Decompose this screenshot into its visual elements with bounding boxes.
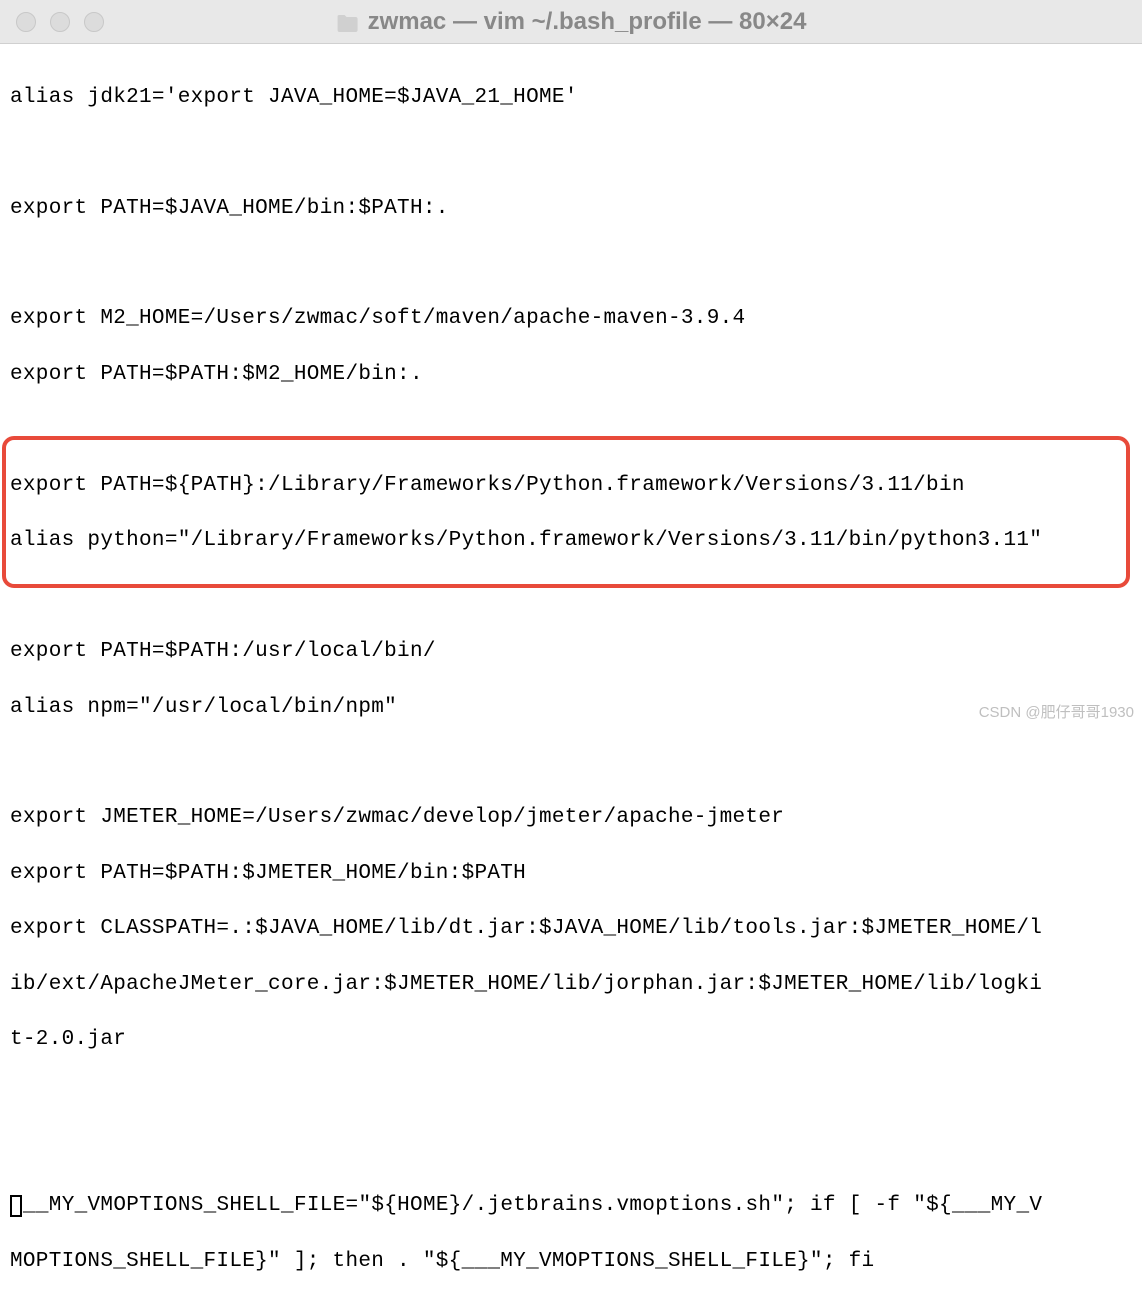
code-line: export M2_HOME=/Users/zwmac/soft/maven/a… [10,305,1132,333]
code-line [10,1082,1132,1110]
code-line [10,1137,1132,1165]
code-line: export PATH=$JAVA_HOME/bin:$PATH:. [10,195,1132,223]
code-line: export PATH=$PATH:/usr/local/bin/ [10,638,1132,666]
code-line [10,749,1132,777]
cursor [10,1195,22,1217]
code-line: MOPTIONS_SHELL_FILE}" ]; then . "${___MY… [10,1248,1132,1276]
code-line: export CLASSPATH=.:$JAVA_HOME/lib/dt.jar… [10,915,1132,943]
code-line: export JMETER_HOME=/Users/zwmac/develop/… [10,804,1132,832]
window-title-text: zwmac — vim ~/.bash_profile — 80×24 [368,8,807,36]
watermark: CSDN @肥仔哥哥1930 [979,701,1134,722]
code-line: export PATH=${PATH}:/Library/Frameworks/… [10,472,1132,500]
code-line: ib/ext/ApacheJMeter_core.jar:$JMETER_HOM… [10,971,1132,999]
code-line [10,139,1132,167]
code-line: t-2.0.jar [10,1026,1132,1054]
zoom-button[interactable] [84,12,104,32]
code-line: alias npm="/usr/local/bin/npm" [10,694,1132,722]
folder-icon [336,12,360,32]
code-line: __MY_VMOPTIONS_SHELL_FILE="${HOME}/.jetb… [10,1192,1132,1220]
code-line [10,250,1132,278]
terminal-content[interactable]: alias jdk21='export JAVA_HOME=$JAVA_21_H… [0,44,1142,1315]
minimize-button[interactable] [50,12,70,32]
code-line: export PATH=$PATH:$JMETER_HOME/bin:$PATH [10,860,1132,888]
code-line [10,583,1132,611]
code-text: __MY_VMOPTIONS_SHELL_FILE="${HOME}/.jetb… [23,1194,1042,1217]
code-line: alias python="/Library/Frameworks/Python… [10,527,1132,555]
code-line: alias jdk21='export JAVA_HOME=$JAVA_21_H… [10,84,1132,112]
close-button[interactable] [16,12,36,32]
code-line [10,416,1132,444]
code-line: export PATH=$PATH:$M2_HOME/bin:. [10,361,1132,389]
traffic-lights [16,12,104,32]
window-title: zwmac — vim ~/.bash_profile — 80×24 [336,8,807,36]
titlebar: zwmac — vim ~/.bash_profile — 80×24 [0,0,1142,44]
